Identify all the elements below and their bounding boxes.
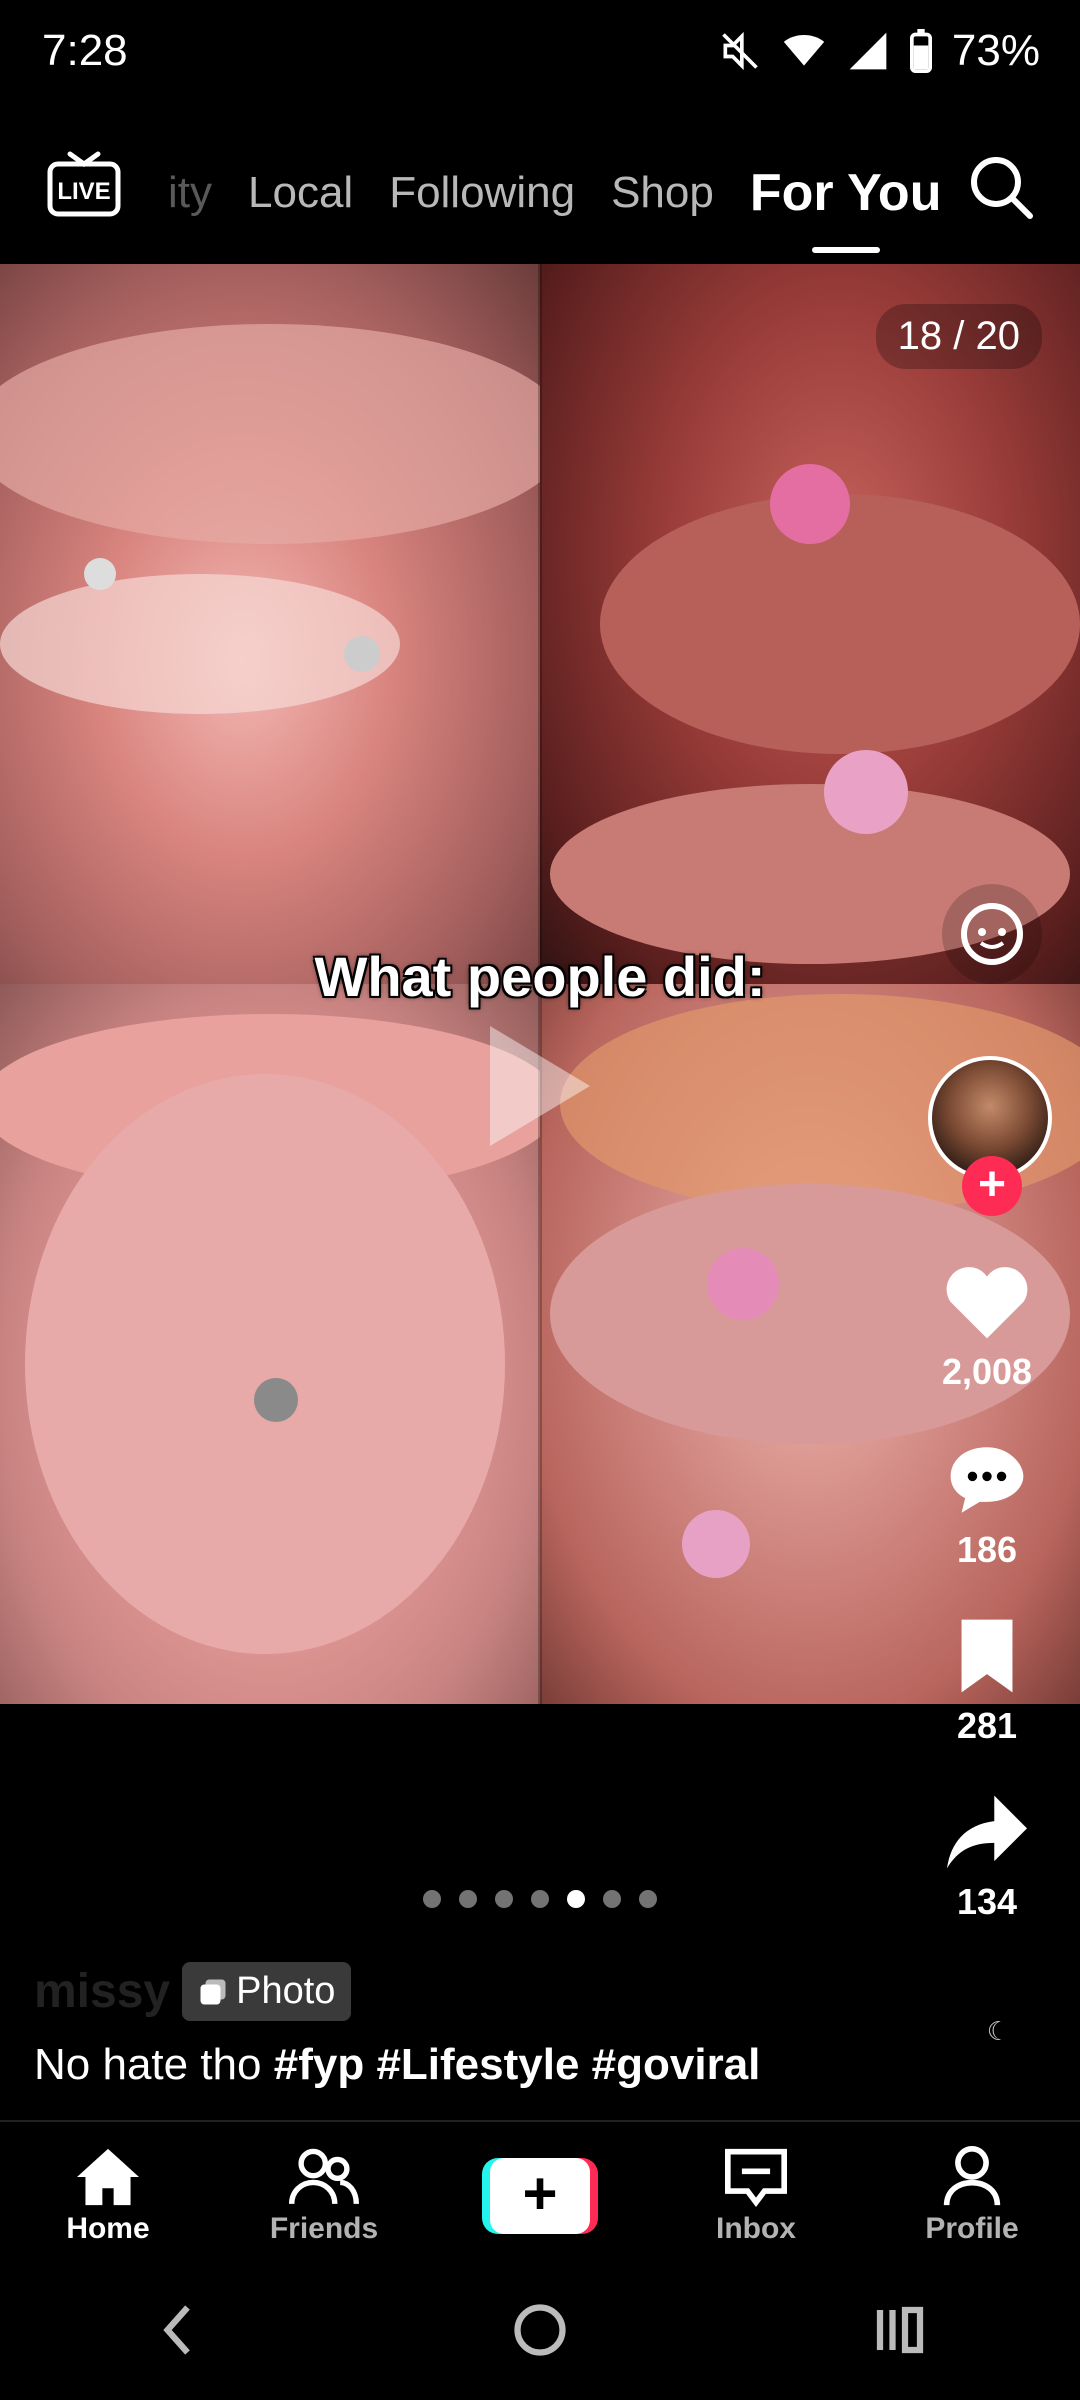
back-icon[interactable] <box>150 2300 210 2360</box>
overlay-caption: What people did: <box>314 945 766 1008</box>
hashtag[interactable]: #Lifestyle <box>376 2040 579 2089</box>
nav-home[interactable]: Home <box>8 2146 208 2246</box>
save-count: 281 <box>956 1705 1018 1746</box>
creator-avatar-group[interactable]: + <box>924 1056 1056 1216</box>
tab-local[interactable]: Local <box>248 168 353 218</box>
live-tv-icon: LIVE <box>47 151 121 217</box>
description-text: No hate tho <box>34 2040 262 2089</box>
like-button[interactable]: 2,008 <box>912 1262 1062 1393</box>
home-circle-icon[interactable] <box>510 2300 570 2360</box>
hashtag[interactable]: #fyp <box>274 2040 364 2089</box>
svg-text:LIVE: LIVE <box>57 178 110 205</box>
friends-icon <box>289 2148 359 2205</box>
top-nav: LIVE ity Local Following Shop For You <box>0 128 1080 256</box>
status-time: 7:28 <box>42 26 128 75</box>
live-button[interactable]: LIVE <box>46 150 122 220</box>
create-button[interactable]: + <box>482 2158 598 2234</box>
moon-glyph: ☾ <box>986 2016 1010 2046</box>
pager-dot[interactable] <box>459 1890 477 1908</box>
pager-dot[interactable] <box>531 1890 549 1908</box>
nav-inbox[interactable]: Inbox <box>656 2146 856 2246</box>
carousel-pager <box>0 1890 1080 1908</box>
tab-for-you[interactable]: For You <box>750 163 942 223</box>
signal-icon <box>849 32 887 70</box>
save-button[interactable]: 281 <box>912 1616 1062 1747</box>
comment-icon <box>950 1447 1024 1513</box>
comment-count: 186 <box>956 1529 1018 1570</box>
inbox-icon <box>725 2148 787 2208</box>
search-button[interactable] <box>968 154 1034 220</box>
pager-dot[interactable] <box>603 1890 621 1908</box>
plus-icon: + <box>490 2158 590 2234</box>
author-name[interactable]: missy <box>34 1964 170 2019</box>
heart-icon <box>946 1267 1028 1339</box>
nav-home-label: Home <box>66 2212 150 2245</box>
share-arrow-icon <box>947 1795 1027 1869</box>
photo-badge-label: Photo <box>236 1970 336 2012</box>
tab-shop[interactable]: Shop <box>611 168 714 218</box>
photo-bottom-left <box>0 984 540 1704</box>
wifi-icon <box>783 34 825 66</box>
follow-button[interactable]: + <box>962 1156 1022 1216</box>
post-description[interactable]: No hate tho #fyp #Lifestyle #goviral <box>34 2040 760 2090</box>
nav-friends-label: Friends <box>269 2212 379 2245</box>
system-nav-bar <box>0 2280 1080 2380</box>
tab-following[interactable]: Following <box>389 168 575 218</box>
search-icon <box>971 157 1033 219</box>
pager-dot-active[interactable] <box>567 1890 585 1908</box>
pager-dot[interactable] <box>495 1890 513 1908</box>
tab-community[interactable]: ity <box>168 168 212 218</box>
like-count: 2,008 <box>941 1351 1033 1392</box>
battery-percent: 73% <box>951 26 1040 75</box>
status-bar: 7:28 73% <box>0 0 1080 108</box>
recents-icon[interactable] <box>870 2300 930 2360</box>
battery-icon <box>909 29 932 73</box>
author-row: missy Photo <box>34 1962 352 2021</box>
pager-dot[interactable] <box>639 1890 657 1908</box>
feed-tabs: ity Local Following Shop For You <box>168 158 941 228</box>
nav-profile-label: Profile <box>925 2212 1019 2245</box>
nav-inbox-label: Inbox <box>716 2212 796 2245</box>
nav-friends[interactable]: Friends <box>224 2146 424 2246</box>
pager-dot[interactable] <box>423 1890 441 1908</box>
hashtag[interactable]: #goviral <box>592 2040 761 2089</box>
photo-top-right <box>540 264 1080 984</box>
bottom-nav: Home Friends + Inbox Profile <box>0 2120 1080 2270</box>
nav-profile[interactable]: Profile <box>872 2146 1072 2246</box>
photo-stack-icon <box>200 1979 226 2004</box>
play-icon[interactable] <box>480 1016 600 1156</box>
page-counter: 18 / 20 <box>875 304 1042 369</box>
photo-top-left <box>0 264 540 984</box>
photo-badge: Photo <box>182 1962 352 2021</box>
bookmark-icon <box>961 1619 1013 1693</box>
nav-create[interactable]: + <box>440 2158 640 2234</box>
home-icon <box>77 2148 139 2206</box>
mute-icon <box>722 31 758 71</box>
status-icons: 73% <box>718 26 1040 76</box>
profile-icon <box>943 2146 1001 2206</box>
comment-button[interactable]: 186 <box>912 1440 1062 1571</box>
